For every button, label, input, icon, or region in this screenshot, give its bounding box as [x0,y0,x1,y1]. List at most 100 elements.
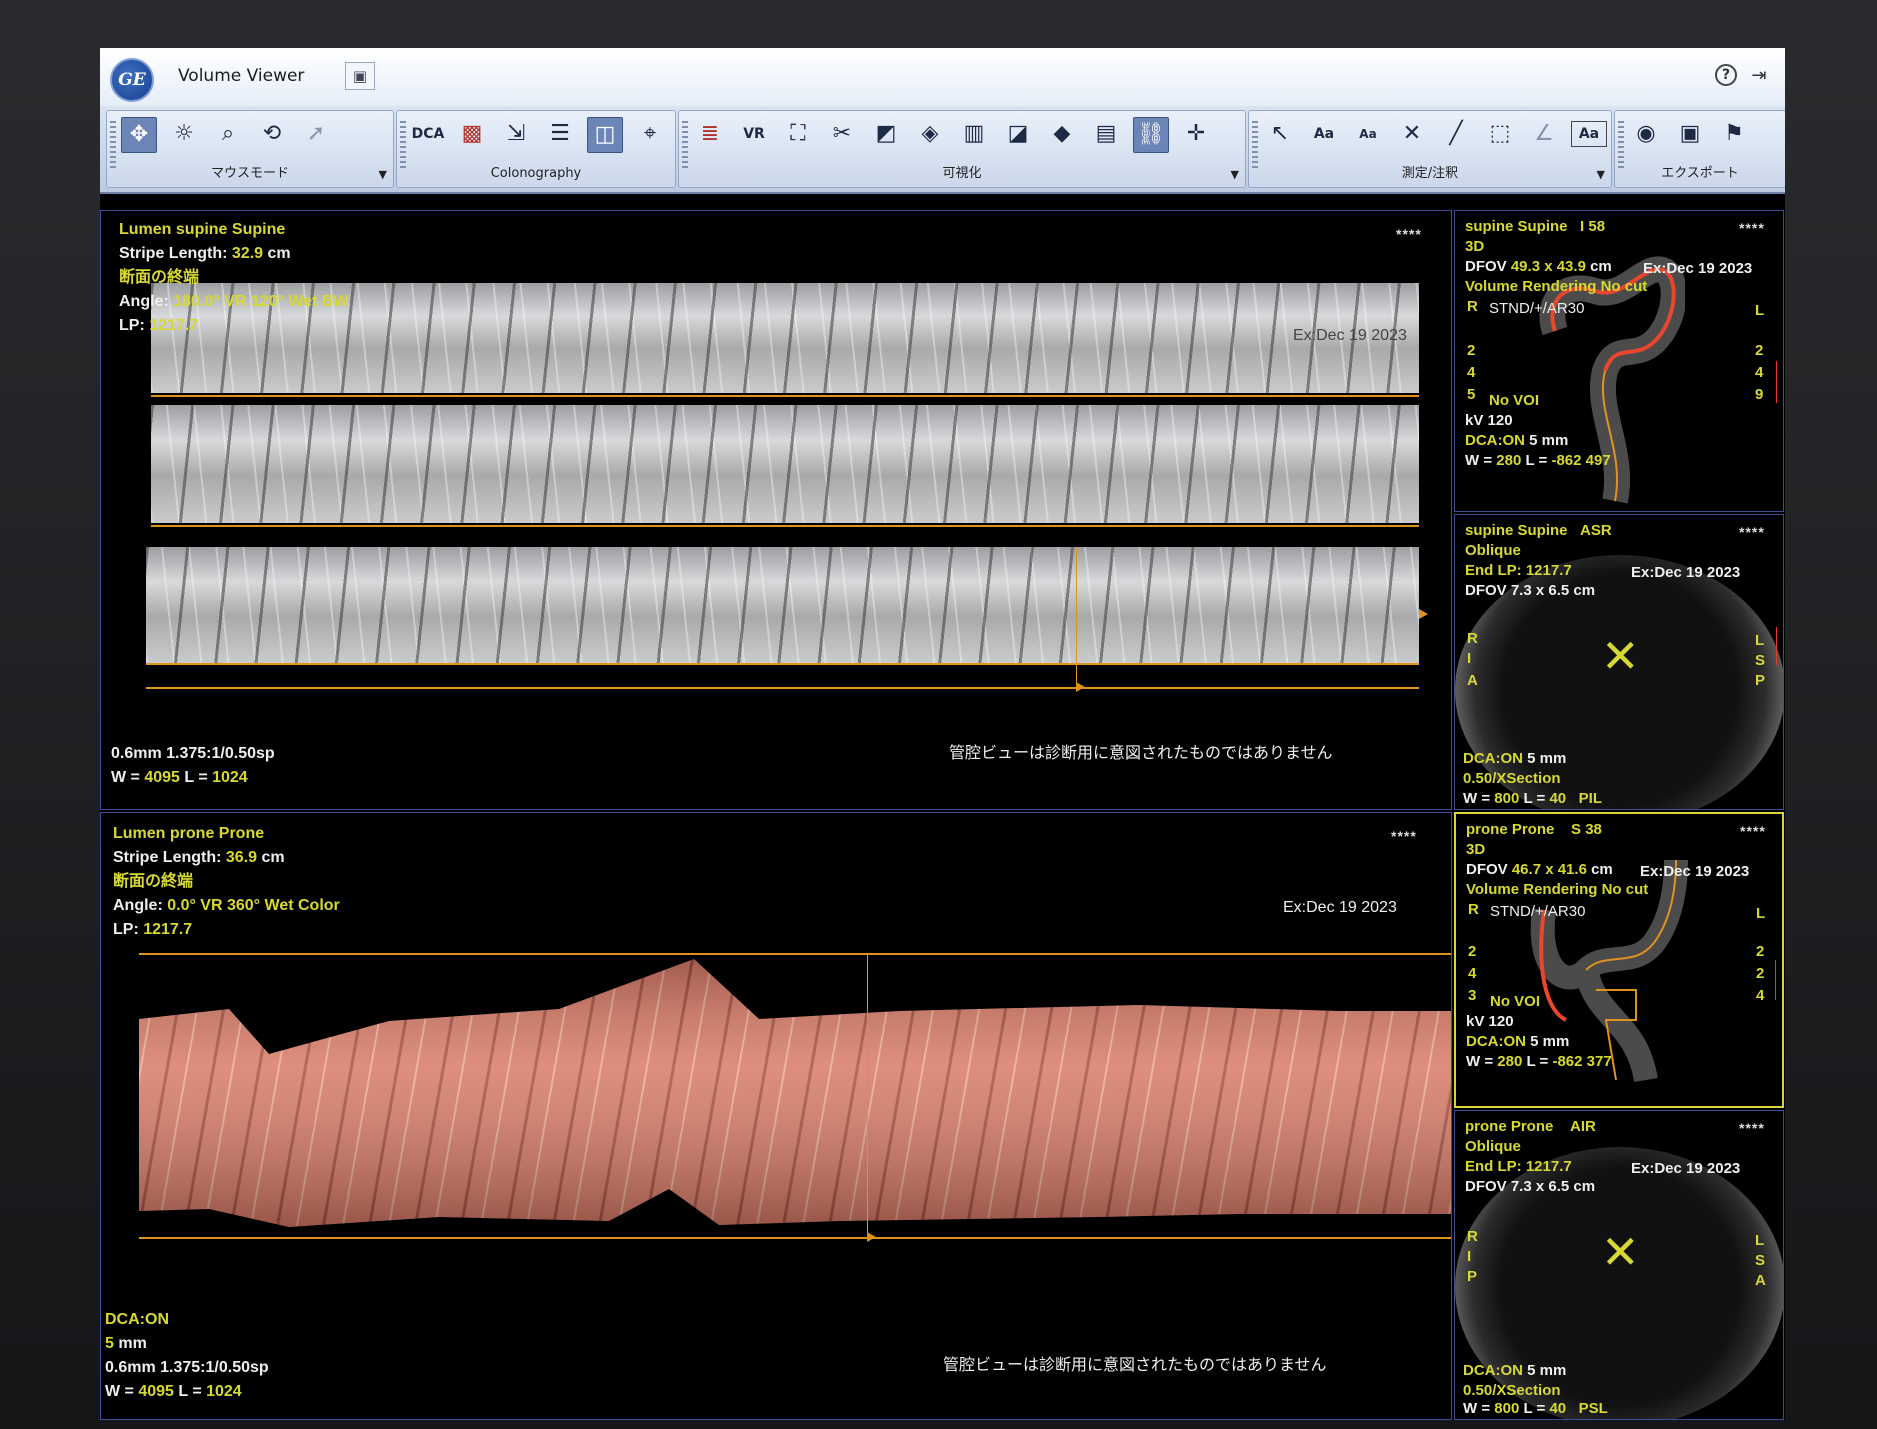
scale-num-right: 2 [1756,943,1765,960]
exit-icon[interactable]: ⇥ [1747,64,1771,88]
path-icon[interactable]: ⌖ [633,117,667,151]
viewport-title: prone Prone S 38 [1466,821,1602,838]
kv-readout: kV 120 [1465,412,1513,429]
link-icon[interactable]: ⛓ [1133,117,1169,153]
image-icon[interactable]: ▣ [345,62,375,90]
list-icon[interactable]: ☰ [543,117,577,151]
position-marker[interactable] [1076,682,1085,692]
stars-indicator: **** [1396,226,1422,242]
chevron-down-icon[interactable]: ▼ [1597,168,1605,181]
cube-p-icon[interactable]: ▤ [1089,117,1123,151]
orientation-letter: P [1755,672,1766,689]
camera-icon[interactable]: ◉ [1629,117,1663,151]
exam-date: Ex:Dec 19 2023 [1640,863,1750,880]
xsection-readout: 0.50/XSection [1463,1382,1561,1399]
crosshair-icon[interactable]: ✕ [1601,1229,1640,1275]
scale-num-left: 3 [1468,987,1477,1004]
lumen-stripe-2 [151,405,1419,523]
stripe-length: Stripe Length: 32.9 cm [119,245,291,262]
move-icon[interactable]: ✥ [121,117,157,153]
cross-measure-icon[interactable]: ✕ [1395,117,1429,151]
toolbar-group-measure-annotate: ↖ Aa Aa ✕ ╱ ⬚ ∠ Aa 測定/注釈 ▼ [1248,110,1612,188]
movie-icon[interactable]: ⚑ [1717,117,1751,151]
orientation-letter: I [1467,650,1472,667]
view-mode: 3D [1466,841,1486,858]
xsection-readout: 0.50/XSection [1463,770,1561,787]
cut-icon[interactable]: ✂ [825,117,859,151]
grip-handle[interactable] [400,121,406,169]
scale-num-left: 4 [1468,965,1477,982]
dfov-readout: DFOV 7.3 x 6.5 cm [1465,582,1596,599]
arrow-annotation-icon[interactable]: ↖ [1263,117,1297,151]
colon-mark-icon[interactable]: ▩ [455,117,489,151]
layers-icon[interactable]: ≣ [693,117,727,151]
viewport-supine-lumen[interactable]: Lumen supine Supine Stripe Length: 32.9 … [100,210,1452,810]
orientation-letter: S [1755,652,1766,669]
orientation-letter: L [1755,632,1765,649]
pointer-icon[interactable]: ➚ [299,117,333,151]
toolbar-group-label: マウスモード [210,166,289,181]
title-bar: GE Volume Viewer ▣ ? ⇥ [100,48,1785,107]
scale-num-left: 4 [1467,364,1476,381]
position-cursor[interactable] [867,953,868,1237]
app-title: Volume Viewer [178,66,305,86]
position-cursor[interactable] [1076,547,1077,687]
text-annotation-button[interactable]: Aa [1307,117,1341,151]
position-marker[interactable] [867,1232,876,1242]
stars-indicator: **** [1739,220,1765,236]
chevron-down-icon[interactable]: ▼ [379,168,387,181]
orientation-right: R [1468,901,1479,918]
kv-readout: kV 120 [1466,1013,1514,1030]
scale-num-right: 2 [1756,965,1765,982]
label-box-button[interactable]: Aa [1571,121,1607,147]
toolbar: ✥ ☼ ⌕ ⟲ ➚ マウスモード ▼ DCA ▩ ⇲ ☰ ◫ ⌖ Colonography ≣ VR… [100,106,1785,194]
angle-icon[interactable]: ∠ [1527,117,1561,151]
scale-num-left: 2 [1467,342,1476,359]
toolbar-group-label: 測定/注釈 [1401,166,1459,181]
screen-icon[interactable]: ⛶ [781,117,815,151]
render-mode: Volume Rendering No cut [1466,881,1649,898]
zoom-icon[interactable]: ⌕ [211,117,245,151]
toolbar-group-colonography: DCA ▩ ⇲ ☰ ◫ ⌖ Colonography [396,110,676,188]
crosshair-icon[interactable]: ✛ [1179,117,1213,151]
toolbar-group-label: Colonography [490,166,582,181]
box-icon[interactable]: ▥ [957,117,991,151]
vr-button[interactable]: VR [737,117,771,151]
chevron-down-icon[interactable]: ▼ [1231,168,1239,181]
line-measure-icon[interactable]: ╱ [1439,117,1473,151]
dca-status: DCA:ON 5 mm [1466,1033,1570,1050]
toolbar-group-visualization: ≣ VR ⛶ ✂ ◩ ◈ ▥ ◪ ◆ ▤ ⛓ ✛ 可視化 ▼ [678,110,1246,188]
stars-indicator: **** [1391,828,1417,844]
cube-a-icon[interactable]: ◩ [869,117,903,151]
view-mode: 3D [1465,238,1485,255]
lumen-view-icon[interactable]: ◫ [587,117,623,153]
window-level: W = 800 L = 40 PIL [1463,790,1602,807]
exam-date: Ex:Dec 19 2023 [1631,1160,1741,1177]
text-size-button[interactable]: Aa [1351,117,1385,151]
stars-indicator: **** [1739,1120,1765,1136]
window-level: W = 280 L = -862 377 [1466,1053,1612,1070]
crosshair-icon[interactable]: ✕ [1601,633,1640,679]
dfov-readout: DFOV 7.3 x 6.5 cm [1465,1178,1596,1195]
cube-icon[interactable]: ◈ [913,117,947,151]
end-lp: End LP: 1217.7 [1465,562,1572,579]
orientation-right: R [1467,298,1478,315]
brightness-icon[interactable]: ☼ [167,117,201,151]
dca-status: DCA:ON 5 mm [1463,750,1567,767]
viewport-prone-oblique[interactable]: ✕ prone Prone AIR **** Oblique End LP: 1… [1454,1110,1784,1420]
viewport-prone-lumen[interactable]: Lumen prone Prone Stripe Length: 36.9 cm… [100,812,1452,1420]
disclaimer: 管腔ビューは診断用に意図されたものではありません [949,745,1333,762]
rotate-icon[interactable]: ⟲ [255,117,289,151]
viewport-prone-3d[interactable]: prone Prone S 38 **** 3D DFOV 46.7 x 41.… [1454,812,1784,1108]
help-icon[interactable]: ? [1715,64,1737,86]
viewport-supine-oblique[interactable]: ✕ supine Supine ASR **** Oblique End LP:… [1454,514,1784,810]
stars-indicator: **** [1739,524,1765,540]
flythrough-icon[interactable]: ⇲ [499,117,533,151]
solid-cube-icon[interactable]: ◆ [1045,117,1079,151]
roi-icon[interactable]: ⬚ [1483,117,1517,151]
view-mode: Oblique [1465,542,1521,559]
dca-button[interactable]: DCA [411,117,445,151]
viewport-supine-3d[interactable]: supine Supine I 58 **** 3D DFOV 49.3 x 4… [1454,210,1784,512]
save-icon[interactable]: ▣ [1673,117,1707,151]
cube-r-icon[interactable]: ◪ [1001,117,1035,151]
